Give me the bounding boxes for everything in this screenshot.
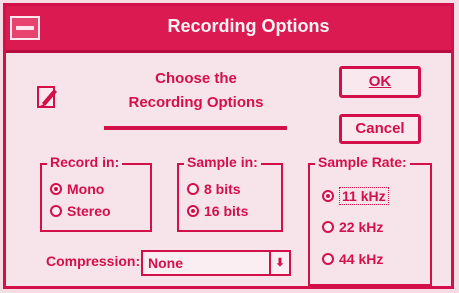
compression-select[interactable]: None ⬇ <box>141 250 291 276</box>
prompt-text: Choose the Recording Options <box>116 67 276 115</box>
radio-mono[interactable]: Mono <box>50 181 104 197</box>
radio-8-bits[interactable]: 8 bits <box>187 181 241 197</box>
radio-44-khz-label: 44 kHz <box>339 251 384 267</box>
sample-rate-label: Sample Rate: <box>315 154 410 170</box>
ok-button-label: OK <box>368 73 392 90</box>
ok-button[interactable]: OK <box>339 66 421 98</box>
sample-in-group: Sample in: 8 bits 16 bits <box>177 154 283 232</box>
cancel-button[interactable]: Cancel <box>339 114 421 144</box>
radio-unselected-icon <box>50 205 62 217</box>
radio-22-khz-label: 22 kHz <box>339 219 384 235</box>
radio-44-khz[interactable]: 44 kHz <box>322 251 383 267</box>
prompt-line-1: Choose the <box>155 70 237 87</box>
radio-stereo-label: Stereo <box>67 203 111 219</box>
record-in-group: Record in: Mono Stereo <box>40 154 152 232</box>
cancel-button-label: Cancel <box>355 120 405 137</box>
recording-options-dialog: Recording Options Choose the Recording O… <box>3 3 454 289</box>
compression-label: Compression: <box>46 253 141 269</box>
radio-selected-icon <box>187 205 199 217</box>
arrow-down-icon[interactable]: ⬇ <box>269 252 289 274</box>
dialog-body: Choose the Recording Options OK Cancel R… <box>6 53 451 286</box>
prompt-underline <box>104 126 287 130</box>
pen-icon <box>37 86 57 108</box>
radio-11-khz-label: 11 kHz <box>339 187 389 205</box>
radio-22-khz[interactable]: 22 kHz <box>322 219 383 235</box>
radio-8-bits-label: 8 bits <box>204 181 241 197</box>
radio-unselected-icon <box>322 221 334 233</box>
sample-rate-group: Sample Rate: 11 kHz 22 kHz 44 kHz <box>308 154 432 286</box>
radio-16-bits-label: 16 bits <box>204 203 249 219</box>
dialog-title: Recording Options <box>167 16 330 36</box>
record-in-label: Record in: <box>47 154 123 170</box>
radio-mono-label: Mono <box>67 181 105 197</box>
prompt-line-2: Recording Options <box>128 94 264 111</box>
radio-selected-icon <box>322 190 334 202</box>
sample-in-label: Sample in: <box>184 154 261 170</box>
radio-unselected-icon <box>322 253 334 265</box>
radio-stereo[interactable]: Stereo <box>50 203 111 219</box>
compression-value: None <box>148 255 183 271</box>
radio-unselected-icon <box>187 183 199 195</box>
radio-11-khz[interactable]: 11 kHz <box>322 187 389 205</box>
system-menu-icon[interactable] <box>10 16 40 40</box>
radio-selected-icon <box>50 183 62 195</box>
radio-16-bits[interactable]: 16 bits <box>187 203 248 219</box>
title-bar: Recording Options <box>6 6 451 53</box>
